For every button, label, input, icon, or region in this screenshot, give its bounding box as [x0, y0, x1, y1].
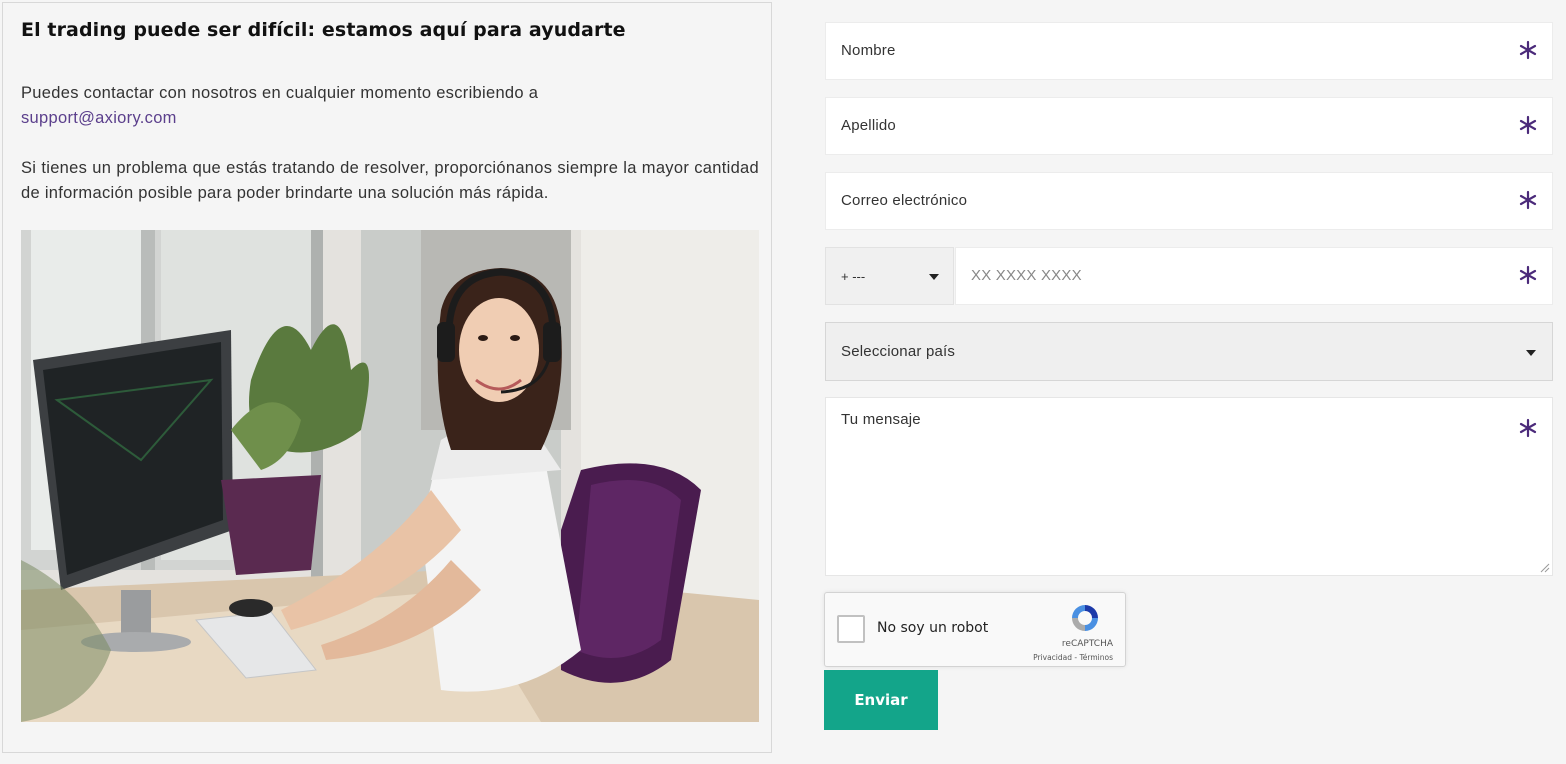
recaptcha-brand: reCAPTCHA — [1061, 639, 1113, 649]
phone-prefix-select[interactable]: + --- — [825, 247, 954, 305]
support-agent-photo — [21, 230, 759, 722]
recaptcha-logo-icon — [1072, 605, 1098, 631]
message-placeholder: Tu mensaje — [841, 411, 921, 428]
chevron-down-icon — [929, 274, 939, 280]
first-name-field[interactable]: Nombre — [825, 22, 1553, 80]
recaptcha-checkbox[interactable] — [837, 615, 865, 643]
support-title: El trading puede ser difícil: estamos aq… — [21, 19, 626, 41]
email-placeholder: Correo electrónico — [841, 192, 968, 209]
contact-text: Puedes contactar con nosotros en cualqui… — [21, 84, 539, 102]
phone-prefix-value: + --- — [841, 269, 866, 284]
chevron-down-icon — [1526, 350, 1536, 356]
message-textarea[interactable]: Tu mensaje — [825, 397, 1553, 576]
recaptcha-links[interactable]: Privacidad - Términos — [1033, 653, 1113, 662]
help-paragraph: Si tienes un problema que estás tratando… — [21, 159, 759, 202]
asterisk-icon — [1519, 190, 1537, 210]
asterisk-icon — [1519, 40, 1537, 60]
phone-placeholder: XX XXXX XXXX — [971, 267, 1082, 284]
first-name-placeholder: Nombre — [841, 42, 896, 59]
contact-paragraph: Puedes contactar con nosotros en cualqui… — [21, 81, 761, 131]
recaptcha-widget: No soy un robot reCAPTCHA Privacidad - T… — [824, 592, 1126, 667]
asterisk-icon — [1519, 115, 1537, 135]
country-select-value: Seleccionar país — [841, 343, 956, 360]
last-name-field[interactable]: Apellido — [825, 97, 1553, 155]
asterisk-icon — [1519, 418, 1537, 438]
resize-handle-icon[interactable] — [1540, 563, 1550, 573]
recaptcha-label: No soy un robot — [877, 620, 989, 636]
submit-button[interactable]: Enviar — [824, 670, 938, 730]
asterisk-icon — [1519, 265, 1537, 285]
support-email-link[interactable]: support@axiory.com — [21, 109, 177, 127]
support-info-card: El trading puede ser difícil: estamos aq… — [2, 2, 772, 753]
email-field[interactable]: Correo electrónico — [825, 172, 1553, 230]
phone-field[interactable]: XX XXXX XXXX — [955, 247, 1553, 305]
last-name-placeholder: Apellido — [841, 117, 896, 134]
country-select[interactable]: Seleccionar país — [825, 322, 1553, 381]
